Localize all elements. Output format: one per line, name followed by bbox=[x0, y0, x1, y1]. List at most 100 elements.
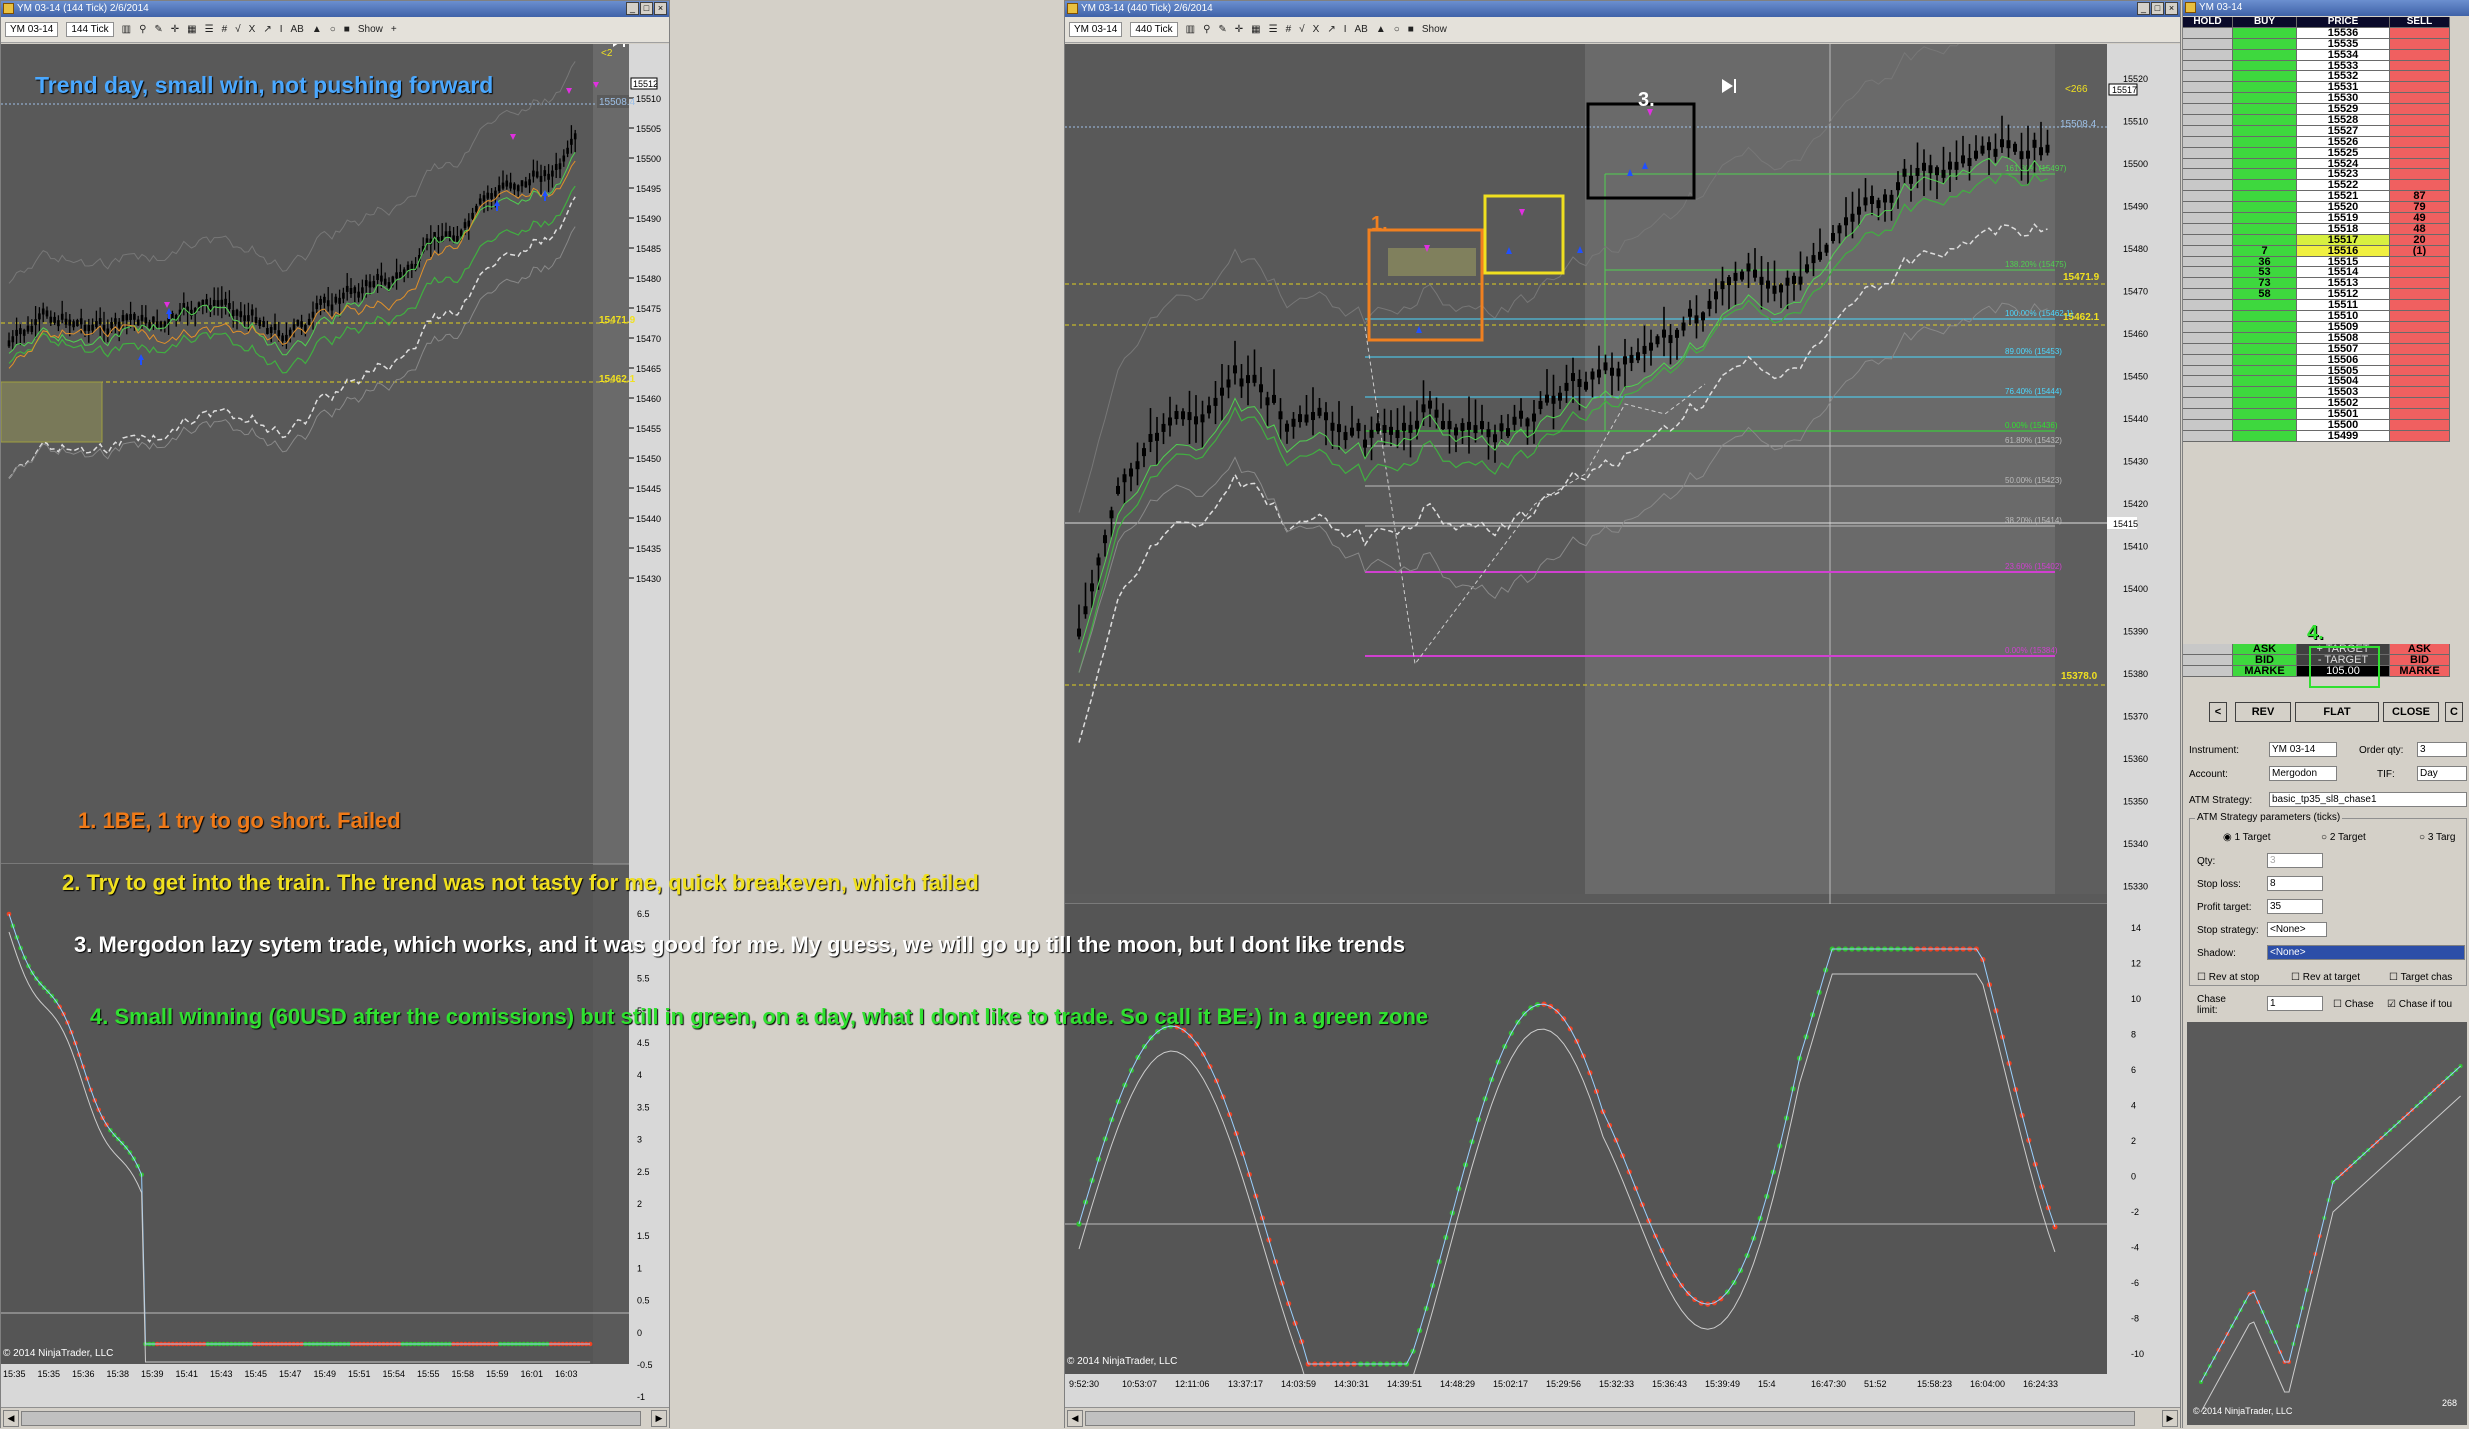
ellipse-icon[interactable]: ○ bbox=[1394, 24, 1400, 35]
price-cell[interactable]: 15522 bbox=[2297, 180, 2390, 192]
dom-row[interactable]: 15531 bbox=[2183, 82, 2469, 94]
scroll-right-icon[interactable]: ▶ bbox=[651, 1410, 667, 1427]
dom-row[interactable]: 15519 49 bbox=[2183, 213, 2469, 224]
target-2-radio[interactable]: ○ 2 Target bbox=[2321, 832, 2366, 843]
left-chart-titlebar[interactable]: YM 03-14 (144 Tick) 2/6/2014 _ □ × bbox=[1, 1, 669, 17]
buy-cell[interactable] bbox=[2233, 82, 2297, 94]
dom-row[interactable]: 15506 bbox=[2183, 354, 2469, 366]
buy-cell[interactable] bbox=[2233, 321, 2297, 333]
price-cell[interactable]: 15500 bbox=[2297, 419, 2390, 431]
dom-ladder[interactable]: HOLD BUY PRICE SELL 15536 15535 15534 15533… bbox=[2183, 17, 2469, 442]
dom-row[interactable]: 15518 48 bbox=[2183, 223, 2469, 235]
target-3-radio[interactable]: ○ 3 Targ bbox=[2419, 832, 2455, 843]
scroll-left-icon[interactable]: ◀ bbox=[1067, 1410, 1083, 1427]
grid-icon[interactable]: ▦ bbox=[187, 24, 196, 35]
sell-cell[interactable] bbox=[2390, 71, 2450, 83]
hold-cell[interactable] bbox=[2183, 49, 2233, 61]
hold-cell[interactable] bbox=[2183, 82, 2233, 94]
text-icon[interactable]: AB bbox=[291, 24, 304, 35]
dom-row[interactable]: 15527 bbox=[2183, 125, 2469, 137]
crosshair-icon[interactable]: ✛ bbox=[1235, 24, 1243, 35]
sell-cell[interactable] bbox=[2390, 354, 2450, 366]
dom-row[interactable]: 15534 bbox=[2183, 49, 2469, 61]
sell-cell[interactable] bbox=[2390, 343, 2450, 355]
buy-cell[interactable]: 73 bbox=[2233, 278, 2297, 290]
buy-cell[interactable] bbox=[2233, 234, 2297, 246]
dom-row[interactable]: 53 15514 bbox=[2183, 267, 2469, 279]
price-cell[interactable]: 15526 bbox=[2297, 136, 2390, 148]
buy-cell[interactable] bbox=[2233, 115, 2297, 126]
buy-cell[interactable] bbox=[2233, 136, 2297, 148]
ellipse-icon[interactable]: ○ bbox=[330, 24, 336, 35]
hold-cell[interactable] bbox=[2183, 180, 2233, 192]
rect-icon[interactable]: ■ bbox=[344, 24, 350, 35]
buy-cell[interactable] bbox=[2233, 158, 2297, 170]
dom-icon[interactable]: ☰ bbox=[1269, 24, 1278, 35]
footer-left-cell[interactable] bbox=[2183, 654, 2233, 666]
hold-cell[interactable] bbox=[2183, 300, 2233, 312]
price-cell[interactable]: 15516 bbox=[2297, 245, 2390, 257]
ray-icon[interactable]: ↗ bbox=[1327, 24, 1335, 35]
price-cell[interactable]: 15530 bbox=[2297, 93, 2390, 105]
price-cell[interactable]: 15525 bbox=[2297, 147, 2390, 159]
left-chart-canvas[interactable]: 15510 15505 15500 15495 15490 15485 15480 15475… bbox=[1, 44, 669, 1407]
close-icon[interactable]: × bbox=[2165, 2, 2178, 15]
dom-row[interactable]: 7 15516 (1) bbox=[2183, 245, 2469, 257]
sell-cell[interactable] bbox=[2390, 419, 2450, 431]
hold-cell[interactable] bbox=[2183, 158, 2233, 170]
hold-cell[interactable] bbox=[2183, 93, 2233, 105]
buy-cell[interactable] bbox=[2233, 311, 2297, 322]
dom-row[interactable]: 15503 bbox=[2183, 387, 2469, 399]
hold-cell[interactable] bbox=[2183, 136, 2233, 148]
sell-cell[interactable] bbox=[2390, 49, 2450, 61]
price-cell[interactable]: 15501 bbox=[2297, 409, 2390, 420]
show-button[interactable]: Show bbox=[358, 24, 383, 35]
buy-cell[interactable] bbox=[2233, 398, 2297, 410]
hold-cell[interactable] bbox=[2183, 267, 2233, 279]
sell-cell[interactable] bbox=[2390, 365, 2450, 377]
sell-cell[interactable] bbox=[2390, 60, 2450, 72]
flat-button[interactable]: FLAT bbox=[2295, 702, 2379, 722]
sell-cell[interactable] bbox=[2390, 27, 2450, 39]
price-cell[interactable]: 15523 bbox=[2297, 169, 2390, 181]
hold-cell[interactable] bbox=[2183, 354, 2233, 366]
hold-cell[interactable] bbox=[2183, 104, 2233, 116]
buy-cell[interactable] bbox=[2233, 93, 2297, 105]
dom-row[interactable]: 15509 bbox=[2183, 321, 2469, 333]
check-icon[interactable]: √ bbox=[235, 24, 241, 35]
order-qty-input[interactable]: 3 bbox=[2417, 742, 2467, 757]
dom-row[interactable]: 15508 bbox=[2183, 332, 2469, 344]
hold-cell[interactable] bbox=[2183, 71, 2233, 83]
sell-cell[interactable] bbox=[2390, 180, 2450, 192]
dom-row[interactable]: 15507 bbox=[2183, 343, 2469, 355]
scroll-thumb[interactable] bbox=[21, 1411, 641, 1426]
buy-cell[interactable]: 36 bbox=[2233, 256, 2297, 268]
dom-row[interactable]: 58 15512 bbox=[2183, 289, 2469, 301]
hold-cell[interactable] bbox=[2183, 234, 2233, 246]
hold-cell[interactable] bbox=[2183, 332, 2233, 344]
buy-cell[interactable] bbox=[2233, 27, 2297, 39]
close-icon[interactable]: × bbox=[654, 2, 667, 15]
hold-cell[interactable] bbox=[2183, 409, 2233, 420]
chase-if-touched-checkbox[interactable]: ☑ Chase if tou bbox=[2387, 999, 2452, 1010]
tif-select[interactable]: Day bbox=[2417, 766, 2467, 781]
price-cell[interactable]: 15533 bbox=[2297, 60, 2390, 72]
right-scrollbar[interactable]: ◀ ▶ bbox=[1065, 1407, 2180, 1429]
hold-cell[interactable] bbox=[2183, 213, 2233, 224]
sell-cell[interactable] bbox=[2390, 387, 2450, 399]
dom-row[interactable]: 15510 bbox=[2183, 311, 2469, 322]
hold-cell[interactable] bbox=[2183, 343, 2233, 355]
magnifier-icon[interactable]: ⚲ bbox=[139, 24, 146, 35]
buy-cell[interactable] bbox=[2233, 376, 2297, 388]
crosshair-icon[interactable]: ✛ bbox=[171, 24, 179, 35]
price-cell[interactable]: 15508 bbox=[2297, 332, 2390, 344]
buy-cell[interactable] bbox=[2233, 343, 2297, 355]
hold-cell[interactable] bbox=[2183, 376, 2233, 388]
hold-cell[interactable] bbox=[2183, 419, 2233, 431]
vline-icon[interactable]: I bbox=[280, 24, 283, 35]
dom-row[interactable]: 15517 20 bbox=[2183, 234, 2469, 246]
dom-row[interactable]: 15532 bbox=[2183, 71, 2469, 83]
buy-cell[interactable] bbox=[2233, 213, 2297, 224]
triangle-icon[interactable]: ▲ bbox=[1376, 24, 1386, 35]
buy-cell[interactable] bbox=[2233, 49, 2297, 61]
